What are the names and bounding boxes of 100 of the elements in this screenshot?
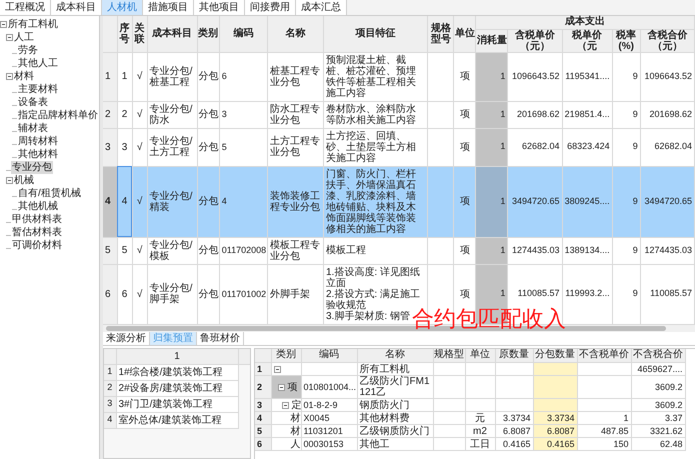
column-header: 成本科目 <box>147 16 198 52</box>
table-cell: 6.8087 <box>495 424 533 438</box>
tree-item[interactable]: 其他人工 <box>17 57 59 70</box>
column-header: 名称 <box>357 348 433 362</box>
table-cell: 门窗、防火门、栏杆扶手、外墙保温真石漆、乳胶漆涂料、墙地砖铺贴、块料及木饰面踢脚线等装饰装修相关的施工内容 <box>323 166 428 237</box>
table-cell: 201698.62 <box>508 101 562 128</box>
table-cell: 010801004... <box>301 376 357 398</box>
tab[interactable]: 来源分析 <box>103 332 150 344</box>
table-cell: 9 <box>612 52 640 101</box>
table-cell: 专业分包/模板 <box>147 237 198 264</box>
row-header: 5 <box>255 424 271 438</box>
row-header[interactable]: 1 <box>103 52 118 101</box>
tree-item[interactable]: 甲供材料表 <box>11 213 63 226</box>
tree-item[interactable]: 其他材料 <box>17 148 59 161</box>
tree-item[interactable]: 主要材料 <box>17 83 59 96</box>
tree-item[interactable]: 其他机械 <box>17 200 59 213</box>
table-cell: 1 <box>476 166 508 237</box>
table-cell: 11031201 <box>301 424 357 438</box>
column-header: 单位 <box>465 348 495 362</box>
column-header: 含税合价（元） <box>640 29 694 52</box>
collapse-icon[interactable] <box>6 34 13 41</box>
table-cell: 所有工料机 <box>357 362 433 376</box>
column-header: 类别 <box>271 348 301 362</box>
row-header: 1 <box>255 362 271 376</box>
tree-item[interactable]: 专业分包 <box>11 161 53 174</box>
collapse-icon[interactable] <box>282 402 288 408</box>
table-cell: √ <box>132 264 148 324</box>
table-cell[interactable]: 3#门卫/建筑装饰工程 <box>116 396 238 412</box>
table-cell: 乙级防火门FM1121乙 <box>357 376 433 398</box>
table-cell: 0.4165 <box>533 438 577 450</box>
table-cell: 分包 <box>197 237 220 264</box>
tab[interactable]: 鲁班材价 <box>197 332 244 344</box>
column-header: 名称 <box>267 16 324 52</box>
tree-item[interactable]: 暂估材料表 <box>11 226 63 239</box>
row-header: 4 <box>104 412 116 428</box>
table-cell: 1389134.... <box>562 237 612 264</box>
row-header[interactable]: 4 <box>103 166 118 237</box>
tab[interactable]: 措施项目 <box>143 0 194 15</box>
collapse-icon[interactable] <box>278 384 284 390</box>
collapse-icon[interactable] <box>6 73 13 80</box>
table-cell: 3.37 <box>631 412 685 424</box>
collapse-icon[interactable] <box>0 21 7 28</box>
tree-item[interactable]: 可调价材料 <box>11 239 63 252</box>
tree-item[interactable]: 辅材表 <box>17 122 49 135</box>
table-cell: 3609.2 <box>631 376 685 398</box>
tab[interactable]: 工程概况 <box>0 0 51 15</box>
row-header[interactable]: 2 <box>103 101 118 128</box>
table-cell: 1 <box>577 412 631 424</box>
tree-item[interactable]: 所有工料机 <box>7 18 59 31</box>
column-group-header: 成本支出 <box>476 16 694 29</box>
table-cell[interactable]: 1#综合楼/建筑装饰工程 <box>116 364 238 380</box>
table-cell: 3 <box>117 128 132 166</box>
table-cell: 1 <box>476 52 508 101</box>
table-cell: 其他材料费 <box>357 412 433 424</box>
tab[interactable]: 间接费用 <box>245 0 296 15</box>
table-cell: 1195341.... <box>562 52 612 101</box>
row-header[interactable]: 6 <box>103 264 118 324</box>
table-cell: 卷材防水、涂料防水等防水相关施工内容 <box>323 101 428 128</box>
category-label: 材 <box>290 426 300 436</box>
category-label: 项 <box>288 382 298 392</box>
tree-item[interactable]: 材料 <box>13 70 35 83</box>
tree-item[interactable]: 人工 <box>13 31 35 44</box>
table-cell: 4659627.... <box>631 362 685 376</box>
row-header[interactable]: 5 <box>103 237 118 264</box>
row-header: 2 <box>255 376 271 398</box>
row-header[interactable]: 3 <box>103 128 118 166</box>
table-cell: 元 <box>465 412 495 424</box>
table-cell: 011701002 <box>219 264 268 324</box>
table-cell: 1 <box>476 101 508 128</box>
tree-item[interactable]: 机械 <box>13 174 35 187</box>
table-cell: 68323.424 <box>562 128 612 166</box>
column-header: 不含税单价 <box>577 348 631 362</box>
table-cell: 1274435.03 <box>508 237 562 264</box>
row-header: 1 <box>104 364 116 380</box>
tree-item[interactable]: 指定品牌材料单价 <box>17 109 99 122</box>
category-label: 定 <box>292 400 302 410</box>
tree-item[interactable]: 自有/租赁机械 <box>17 187 82 200</box>
tree-item[interactable]: 周转材料 <box>17 135 59 148</box>
collapse-icon[interactable] <box>274 366 280 372</box>
tab[interactable]: 成本汇总 <box>296 0 347 15</box>
column-header: 规格型号 <box>428 16 454 52</box>
collapse-icon[interactable] <box>6 177 13 184</box>
table-cell: 00030153 <box>301 438 357 450</box>
column-header: 规格型 <box>433 348 465 362</box>
table-cell: 工日 <box>465 438 495 450</box>
table-cell: 1 <box>476 237 508 264</box>
tab[interactable]: 成本科目 <box>51 0 102 15</box>
table-cell: 3609.2 <box>631 398 685 412</box>
column-header: 分包数量 <box>533 348 577 362</box>
table-cell[interactable]: 室外总体/建筑装饰工程 <box>116 412 238 428</box>
table-cell: m2 <box>465 424 495 438</box>
tree-item[interactable]: 劳务 <box>17 44 39 57</box>
table-cell: 乙级钢质防火门 <box>357 424 433 438</box>
table-cell: 土方工程专业分包 <box>267 128 324 166</box>
table-cell[interactable]: 2#设备房/建筑装饰工程 <box>116 380 238 396</box>
table-cell: √ <box>132 237 148 264</box>
tab[interactable]: 其他项目 <box>194 0 245 15</box>
row-header: 3 <box>255 398 271 412</box>
tree-item[interactable]: 设备表 <box>17 96 49 109</box>
table-cell: 装饰装修工程专业分包 <box>267 166 324 237</box>
